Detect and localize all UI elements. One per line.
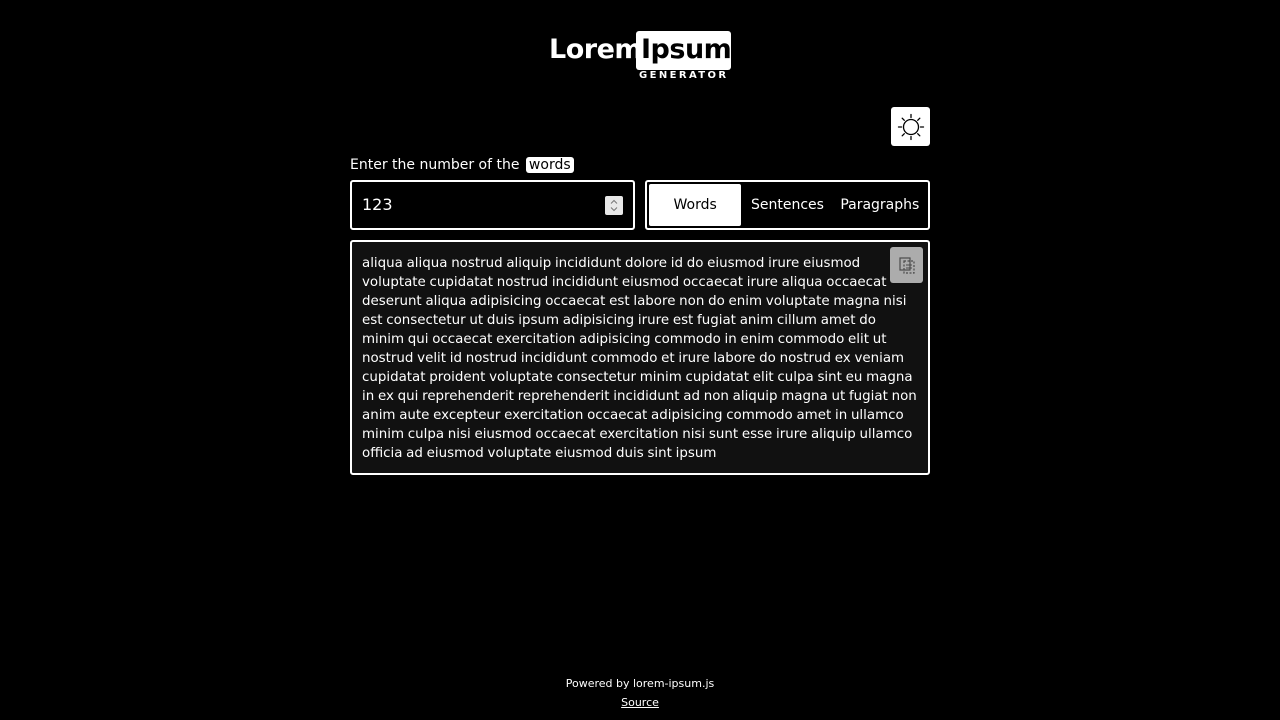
output-box: aliqua aliqua nostrud aliquip incididunt… [350, 240, 930, 475]
count-unit-badge: words [525, 157, 574, 173]
footer-source: Source [0, 696, 1280, 709]
mode-sentences-button[interactable]: Sentences [741, 184, 833, 226]
count-input[interactable]: 123 [350, 180, 635, 230]
source-link[interactable]: Source [621, 696, 659, 709]
logo-generator: GENERATOR [639, 70, 729, 81]
mode-words-button[interactable]: Words [649, 184, 742, 226]
count-stepper[interactable] [605, 196, 623, 215]
count-label-text: Enter the number of the [350, 157, 520, 173]
theme-toggle-button[interactable] [891, 107, 930, 146]
copy-icon [898, 257, 915, 274]
copy-button[interactable] [890, 247, 923, 283]
stepper-down-icon[interactable] [610, 207, 618, 212]
logo-ipsum: Ipsum [641, 34, 732, 65]
mode-selector: Words Sentences Paragraphs [645, 180, 930, 230]
logo: Lorem Ipsum GENERATOR [549, 31, 734, 87]
sun-icon [897, 113, 924, 140]
logo-lorem: Lorem [549, 34, 643, 65]
count-label: Enter the number of the words [350, 157, 574, 173]
page: Lorem Ipsum GENERATOR Enter the number o… [0, 0, 1280, 720]
count-input-value[interactable]: 123 [362, 195, 393, 214]
stepper-up-icon[interactable] [610, 199, 618, 204]
footer-powered-by: Powered by lorem-ipsum.js [565, 677, 715, 690]
generated-text[interactable]: aliqua aliqua nostrud aliquip incididunt… [362, 254, 918, 463]
mode-paragraphs-button[interactable]: Paragraphs [834, 184, 926, 226]
